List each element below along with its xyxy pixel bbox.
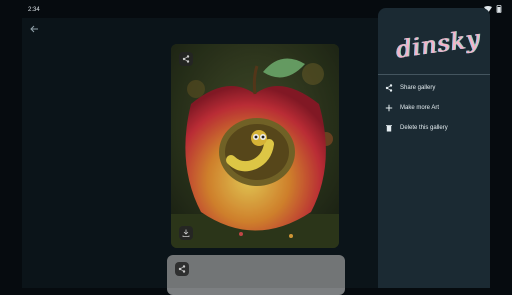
plus-icon bbox=[384, 103, 394, 113]
back-button[interactable] bbox=[29, 21, 39, 33]
download-art-button[interactable] bbox=[179, 226, 193, 240]
artwork-card[interactable] bbox=[171, 44, 339, 248]
trash-icon bbox=[384, 123, 394, 133]
download-icon bbox=[182, 229, 190, 237]
artwork-card[interactable] bbox=[167, 255, 345, 295]
menu-item-make-more-art[interactable]: Make more Art bbox=[384, 100, 484, 116]
battery-icon bbox=[496, 5, 502, 13]
artwork-image bbox=[171, 44, 339, 248]
menu-item-share-gallery[interactable]: Share gallery bbox=[384, 80, 484, 96]
brand-logo: dinsky bbox=[394, 24, 483, 64]
share-art-button[interactable] bbox=[175, 262, 189, 276]
divider bbox=[378, 74, 490, 75]
share-art-button[interactable] bbox=[179, 52, 193, 66]
share-icon bbox=[182, 55, 190, 63]
menu-item-label: Delete this gallery bbox=[400, 125, 448, 131]
menu-item-label: Share gallery bbox=[400, 85, 436, 91]
share-icon bbox=[384, 83, 394, 93]
menu-item-label: Make more Art bbox=[400, 105, 440, 111]
status-time: 2:34 bbox=[28, 7, 40, 13]
menu-item-delete-gallery[interactable]: Delete this gallery bbox=[384, 120, 484, 136]
navigation-drawer: dinsky Share gallery Make more Art Delet… bbox=[378, 8, 490, 288]
share-icon bbox=[178, 265, 186, 273]
arrow-back-icon bbox=[30, 25, 38, 33]
